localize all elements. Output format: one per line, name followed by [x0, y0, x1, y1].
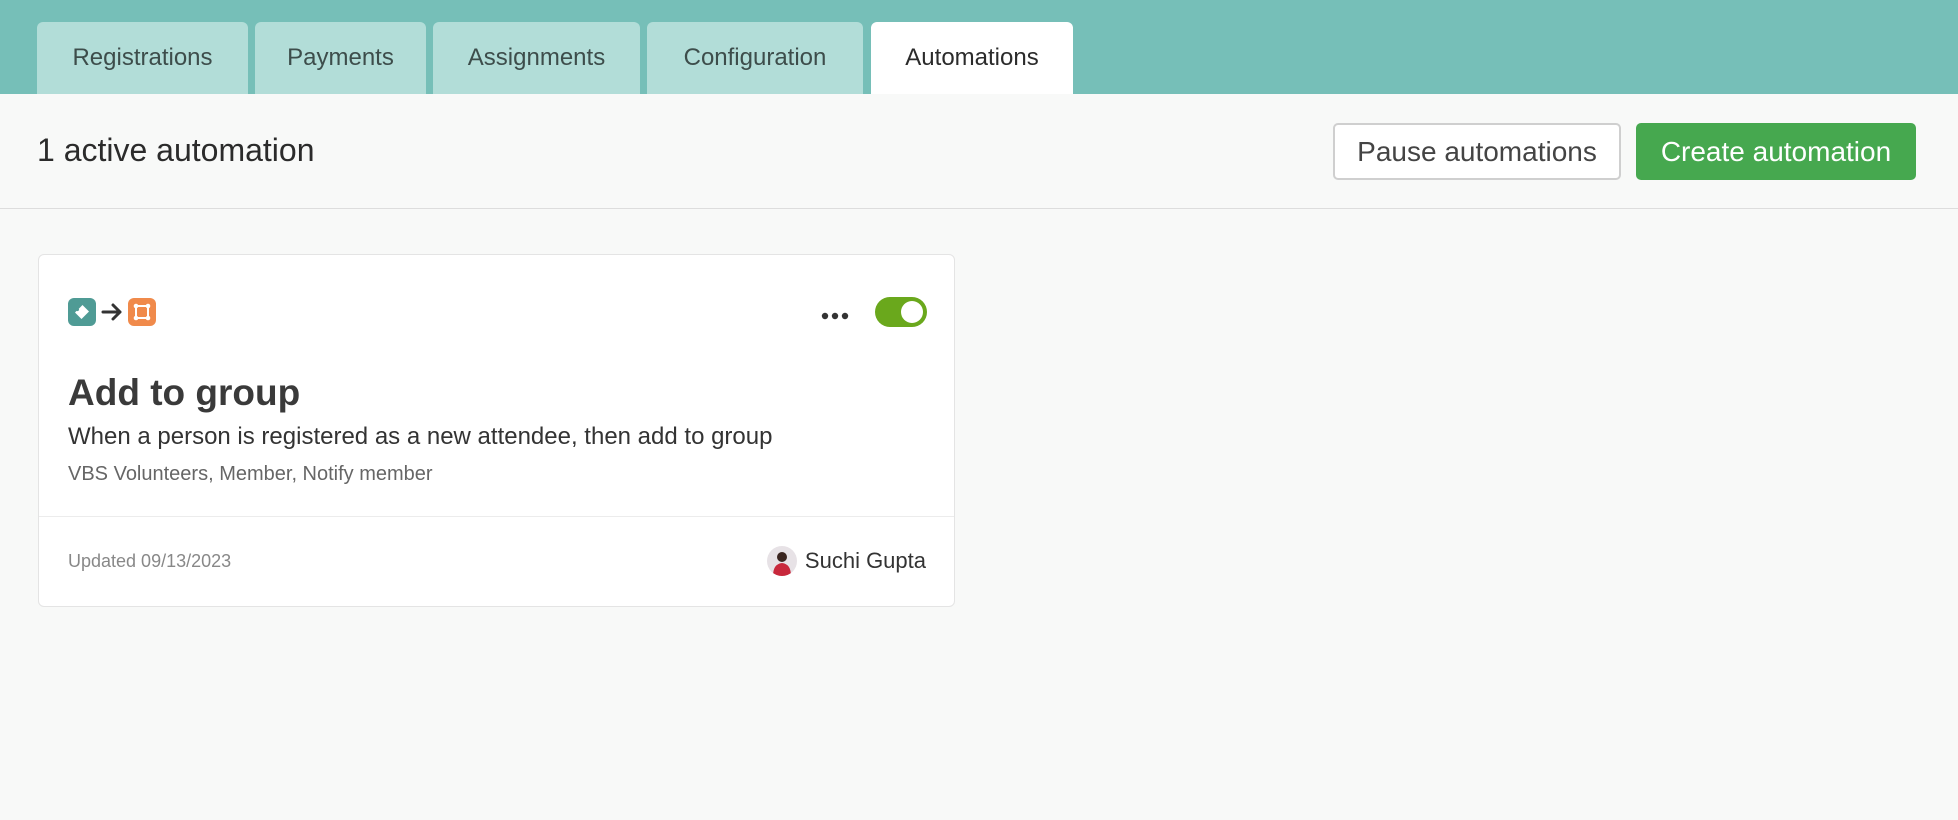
- tab-bar: Registrations Payments Assignments Confi…: [0, 0, 1958, 94]
- group-icon: [128, 298, 156, 326]
- automation-title: Add to group: [68, 372, 301, 413]
- owner-name: Suchi Gupta: [804, 548, 926, 573]
- page-title: 1 active automation: [37, 132, 315, 168]
- avatar: [766, 546, 797, 576]
- arrow-right-icon: [100, 300, 124, 324]
- updated-date: Updated 09/13/2023: [68, 551, 232, 571]
- tab-payments[interactable]: Payments: [255, 22, 426, 94]
- automation-enabled-toggle[interactable]: [875, 297, 927, 327]
- create-automation-button[interactable]: Create automation: [1636, 123, 1916, 180]
- page-header: 1 active automation Pause automations Cr…: [0, 94, 1958, 209]
- automation-owner: Suchi Gupta: [766, 546, 926, 576]
- automation-details: VBS Volunteers, Member, Notify member: [68, 463, 433, 485]
- tab-registrations[interactable]: Registrations: [37, 22, 248, 94]
- automation-description: When a person is registered as a new att…: [68, 423, 773, 450]
- more-options-icon[interactable]: [821, 307, 849, 325]
- pause-automations-button[interactable]: Pause automations: [1333, 123, 1621, 180]
- automation-card[interactable]: Add to group When a person is registered…: [38, 254, 955, 607]
- tab-configuration[interactable]: Configuration: [647, 22, 863, 94]
- tab-automations[interactable]: Automations: [871, 22, 1073, 94]
- card-divider: [39, 516, 954, 517]
- ticket-icon: [68, 298, 96, 326]
- automation-flow-icons: [68, 298, 156, 326]
- tab-assignments[interactable]: Assignments: [433, 22, 640, 94]
- toggle-knob: [901, 301, 923, 323]
